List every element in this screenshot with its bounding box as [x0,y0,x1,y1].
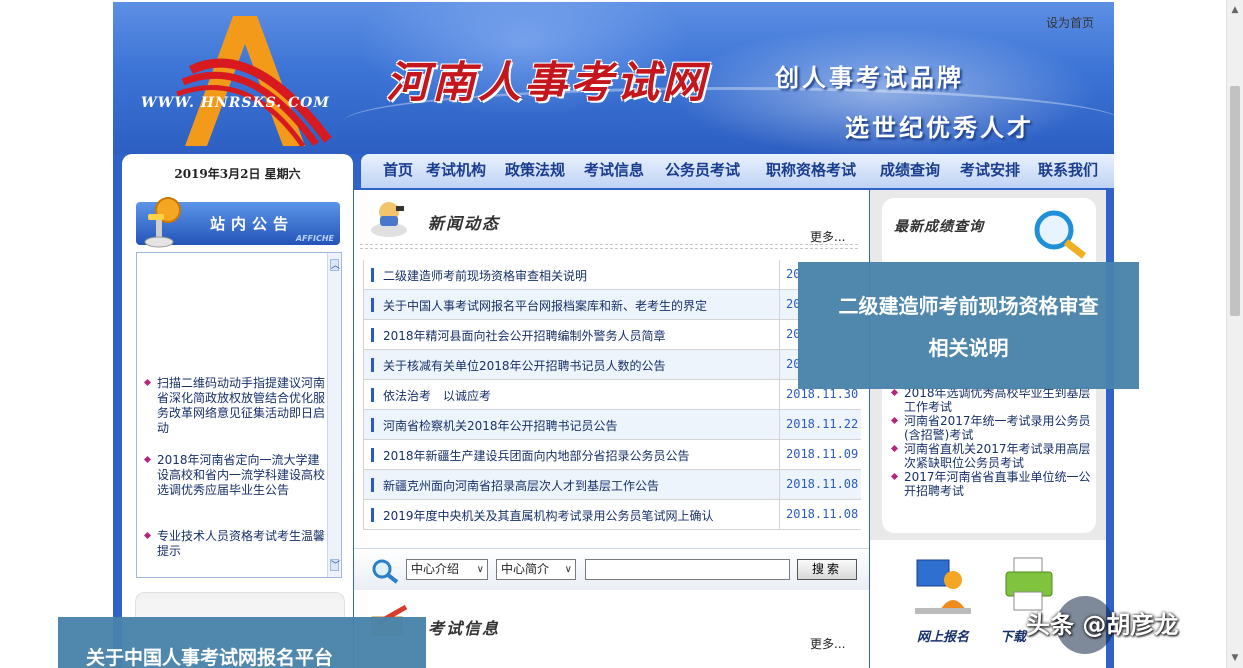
nav-contact[interactable]: 联系我们 [1038,159,1098,180]
table-row[interactable]: 2019年度中央机关及其直属机构考试录用公务员笔试网上确认 2018.11.08 [363,500,861,530]
score-item[interactable]: 河南省直机关2017年考试录用高层次紧缺职位公务员考试 [890,442,1092,470]
nav-exam-info[interactable]: 考试信息 [584,159,644,180]
header-banner: WWW. HNRSKS. COM 设为首页 河南人事考试网 创人事考试品牌 选世… [113,2,1114,154]
search-bar: 中心介绍 ∨ 中心简介 ∨ 搜索 [354,548,869,590]
table-row[interactable]: 依法治考 以诚应考 2018.11.30 [363,380,861,410]
middle-column: 新闻动态 更多... 二级建造师考前现场资格审查相关说明 20 关于中国人事考试网… [354,190,869,668]
score-title: 最新成绩查询 [894,219,984,235]
nav-civil-service[interactable]: 公务员考试 [665,159,740,180]
magnifier-icon [1034,210,1087,259]
notice-title: 站内公告 [210,215,295,233]
logo-icon[interactable] [133,10,363,150]
subcategory-select[interactable]: 中心简介 ∨ [496,559,576,580]
search-icon [372,559,399,584]
browser-scrollbar[interactable]: ▲ ▼ [1226,0,1243,668]
logo-url: WWW. HNRSKS. COM [141,95,330,111]
site-title: 河南人事考试网 [386,58,708,108]
news-header: 新闻动态 更多... [354,190,869,250]
table-row[interactable]: 2018年精河县面向社会公开招聘编制外警务人员简章 20 [363,320,861,350]
main-nav: 首页 考试机构 政策法规 考试信息 公务员考试 职称资格考试 成绩查询 考试安排… [361,154,1114,188]
scroll-thumb[interactable] [1230,86,1240,316]
search-button[interactable]: 搜索 [797,559,857,580]
search-input[interactable] [585,559,790,580]
highlight-tooltip: 二级建造师考前现场资格审查 相关说明 [798,262,1139,389]
nav-score-query[interactable]: 成绩查询 [880,159,940,180]
news-more-link[interactable]: 更多... [810,228,845,245]
microphone-icon [144,197,181,248]
table-row[interactable]: 新疆克州面向河南省招录高层次人才到基层工作公告 2018.11.08 [363,470,861,500]
current-date: 2019年3月2日 星期六 [174,167,301,181]
score-item[interactable]: 河南省2017年统一考试录用公务员(含招警)考试 [890,414,1092,442]
notice-item[interactable]: 2018年河南省定向一流大学建设高校和省内一流学科建设高校选调优秀应届毕业生公告 [143,453,327,498]
left-column: 2019年3月2日 星期六 站内公告 AFFICHE 扫描二维码动动手指提建议河… [122,154,353,668]
chevron-down-icon: ∨ [476,564,484,575]
notice-list[interactable]: 扫描二维码动动手指提建议河南省深化简政放权放管结合优化服务改革网络意见征集活动即… [136,252,342,578]
watermark-text: 头条 @胡彦龙 [1026,611,1179,639]
scroll-up-icon[interactable]: ▲ [1230,5,1240,15]
nav-title-exams[interactable]: 职称资格考试 [766,159,856,180]
slogan-2: 选世纪优秀人才 [845,114,1034,142]
category-select[interactable]: 中心介绍 ∨ [406,559,488,580]
notice-header: 站内公告 AFFICHE [136,197,340,248]
chevron-down-icon: ∨ [564,564,572,575]
online-register-button[interactable]: 网上报名 [898,552,988,652]
chevron-up-icon[interactable]: ︿ [330,259,340,271]
table-row[interactable]: 2018年新疆生产建设兵团面向内地部分省招录公务员公告 2018.11.09 [363,440,861,470]
nav-home[interactable]: 首页 [383,159,413,180]
score-item[interactable]: 2017年河南省省直事业单位统一公开招聘考试 [890,470,1092,498]
table-row[interactable]: 关于核减有关单位2018年公开招聘书记员人数的公告 20 [363,350,861,380]
slogan-1: 创人事考试品牌 [775,64,964,92]
notice-subtitle: AFFICHE [295,234,334,243]
exam-title: 考试信息 [428,619,501,638]
notice-item[interactable]: 专业技术人员资格考试考生温馨提示 [143,529,327,559]
notice-item[interactable]: 扫描二维码动动手指提建议河南省深化简政放权放管结合优化服务改革网络意见征集活动即… [143,376,327,436]
video-caption: 关于中国人事考试网报名平台 [58,617,426,668]
news-title: 新闻动态 [428,214,501,233]
computer-user-icon [915,559,971,614]
score-item[interactable]: 2018年选调优秀高校毕业生到基层工作考试 [890,386,1092,414]
chevron-down-icon[interactable]: ﹀ [330,559,340,571]
table-row[interactable]: 关于中国人事考试网报名平台网报档案库和新、老考生的界定 20 [363,290,861,320]
nav-exam-schedule[interactable]: 考试安排 [960,159,1020,180]
table-row[interactable]: 河南省检察机关2018年公开招聘书记员公告 2018.11.22 [363,410,861,440]
news-list: 二级建造师考前现场资格审查相关说明 20 关于中国人事考试网报名平台网报档案库和新… [363,260,861,530]
notice-scrollbar[interactable]: ︿ ﹀ [327,253,341,577]
set-home-link[interactable]: 设为首页 [1046,14,1094,31]
exam-more-link[interactable]: 更多... [810,635,845,652]
nav-exam-orgs[interactable]: 考试机构 [426,159,486,180]
nav-policies[interactable]: 政策法规 [505,159,565,180]
exam-header: 考试信息 更多... [354,595,869,668]
reporter-icon [371,202,407,237]
table-row[interactable]: 二级建造师考前现场资格审查相关说明 20 [363,260,861,290]
scroll-down-icon[interactable]: ▼ [1230,653,1240,663]
